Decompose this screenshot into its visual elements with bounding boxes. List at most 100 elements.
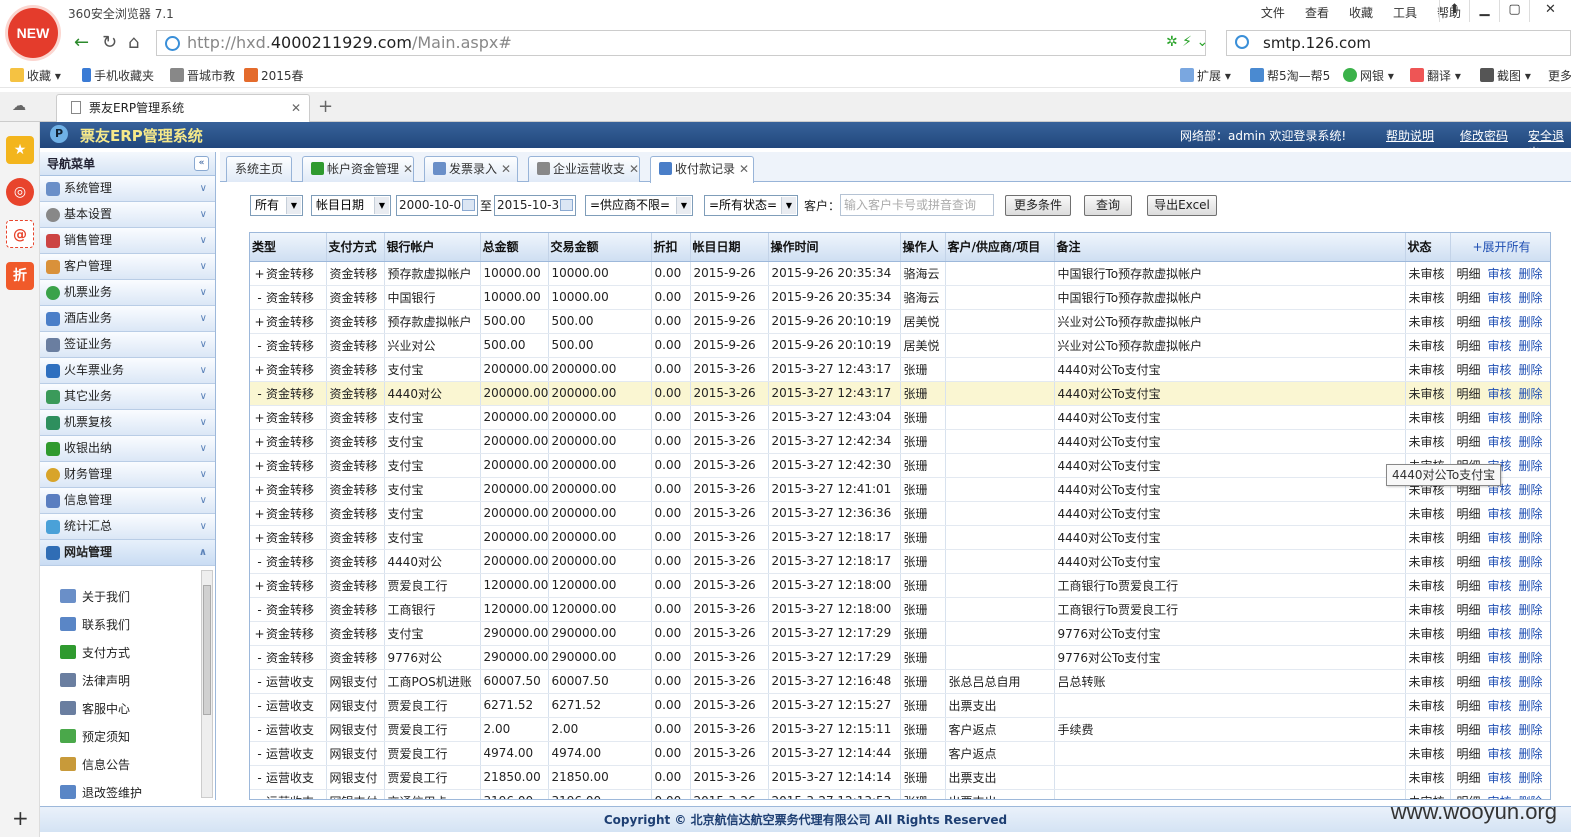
detail-link[interactable]: 明细 <box>1457 267 1481 281</box>
table-row[interactable]: +资金转移 资金转移 支付宝 200000.00 200000.00 0.00 2015-3… <box>250 453 1550 478</box>
nav-item-stats[interactable]: 统计汇总 ∨ <box>40 514 215 540</box>
audit-link[interactable]: 审核 <box>1488 267 1512 281</box>
detail-link[interactable]: 明细 <box>1457 531 1481 545</box>
sidebar-add-icon[interactable]: + <box>12 806 29 830</box>
date-from-input[interactable]: 2000-10-01 <box>396 195 478 216</box>
fav-jincheng[interactable]: 晋城市教 <box>170 67 235 84</box>
detail-link[interactable]: 明细 <box>1457 363 1481 377</box>
nav-item-system[interactable]: 系统管理 ∨ <box>40 176 215 202</box>
audit-link[interactable]: 审核 <box>1488 579 1512 593</box>
home-icon[interactable]: ⌂ <box>128 32 139 53</box>
detail-link[interactable]: 明细 <box>1457 603 1481 617</box>
close-tab-icon[interactable]: ✕ <box>291 95 301 121</box>
table-row[interactable]: - 资金转移 资金转移 兴业对公 500.00 500.00 0.00 2015-9-26 20… <box>250 333 1550 358</box>
table-row[interactable]: +资金转移 资金转移 支付宝 200000.00 200000.00 0.00 2015-3… <box>250 405 1550 430</box>
detail-link[interactable]: 明细 <box>1457 579 1481 593</box>
scrollbar-thumb[interactable] <box>203 585 211 715</box>
audit-link[interactable]: 审核 <box>1488 411 1512 425</box>
detail-link[interactable]: 明细 <box>1457 699 1481 713</box>
nav-item-flights[interactable]: 机票业务 ∨ <box>40 280 215 306</box>
col-payment-method[interactable]: 支付方式 <box>326 233 385 262</box>
menu-tools[interactable]: 工具 <box>1393 4 1417 21</box>
detail-link[interactable]: 明细 <box>1457 339 1481 353</box>
delete-link[interactable]: 删除 <box>1519 315 1543 329</box>
table-row[interactable]: +资金转移 资金转移 支付宝 290000.00 290000.00 0.00 2015-3… <box>250 621 1550 646</box>
col-amount[interactable]: 交易金额 <box>548 233 652 262</box>
menu-file[interactable]: 文件 <box>1261 4 1285 21</box>
date-to-input[interactable]: 2015-10-3 <box>494 195 576 216</box>
audit-link[interactable]: 审核 <box>1488 675 1512 689</box>
tab-invoice-entry[interactable]: 发票录入 ✕ <box>424 156 518 182</box>
favorites-star-icon[interactable]: ★ <box>6 136 34 164</box>
menu-favorites[interactable]: 收藏 <box>1349 4 1373 21</box>
table-row[interactable]: - 资金转移 资金转移 工商银行 120000.00 120000.00 0.00 2015-… <box>250 597 1550 622</box>
fav-collect[interactable]: 收藏 ▾ <box>10 67 61 84</box>
calendar-icon[interactable] <box>462 199 475 211</box>
mail-icon[interactable]: @ <box>6 220 34 248</box>
browser-tab[interactable]: 票友ERP管理系统 ✕ <box>56 94 310 122</box>
col-discount[interactable]: 折扣 <box>651 233 691 262</box>
detail-link[interactable]: 明细 <box>1457 411 1481 425</box>
delete-link[interactable]: 删除 <box>1519 723 1543 737</box>
delete-link[interactable]: 删除 <box>1519 555 1543 569</box>
type-select[interactable]: 所有 ▼ <box>250 195 303 216</box>
tab-home[interactable]: 系统主页 <box>226 156 292 182</box>
nav-item-finance[interactable]: 财务管理 ∨ <box>40 462 215 488</box>
audit-link[interactable]: 审核 <box>1488 555 1512 569</box>
col-type[interactable]: 类型 <box>250 233 327 262</box>
delete-link[interactable]: 删除 <box>1519 603 1543 617</box>
col-op-time[interactable]: 操作时间 <box>768 233 901 262</box>
fav-spring[interactable]: 2015春 <box>244 67 304 84</box>
table-row[interactable]: -运营收支网银支付交通信用卡3196.003196.000.002015-3-2… <box>250 789 1550 799</box>
table-row[interactable]: +资金转移 资金转移 贾爱良工行 120000.00 120000.00 0.00 2015… <box>250 573 1550 598</box>
delete-link[interactable]: 删除 <box>1519 363 1543 377</box>
audit-link[interactable]: 审核 <box>1488 435 1512 449</box>
audit-link[interactable]: 审核 <box>1488 507 1512 521</box>
table-row[interactable]: - 资金转移 资金转移 9776对公 290000.00 290000.00 0.00 201… <box>250 645 1550 670</box>
close-button[interactable]: ✕ <box>1529 0 1571 22</box>
customer-input[interactable]: 输入客户卡号或拼音查询 <box>840 194 994 216</box>
subitem-payment[interactable]: 支付方式 <box>60 644 130 661</box>
table-row[interactable]: - 运营收支 网银支付 工商POS机进账 60007.50 60007.50 0.00 201… <box>250 669 1550 694</box>
table-row[interactable]: - 资金转移 资金转移 4440对公 200000.00 200000.00 0.00 201… <box>250 549 1550 574</box>
table-row[interactable]: - 运营收支 网银支付 贾爱良工行 4974.00 4974.00 0.00 2015-3-2… <box>250 741 1550 766</box>
detail-link[interactable]: 明细 <box>1457 291 1481 305</box>
col-total[interactable]: 总金额 <box>480 233 549 262</box>
maximize-button[interactable]: ▢ <box>1499 0 1529 22</box>
nav-item-info[interactable]: 信息管理 ∨ <box>40 488 215 514</box>
nav-item-train[interactable]: 火车票业务 ∨ <box>40 358 215 384</box>
audit-link[interactable]: 审核 <box>1488 339 1512 353</box>
table-row[interactable]: - 资金转移 资金转移 中国银行 10000.00 10000.00 0.00 2015-9-… <box>250 285 1550 310</box>
detail-link[interactable]: 明细 <box>1457 315 1481 329</box>
discount-icon[interactable]: 折 <box>6 262 34 290</box>
tool-bang5[interactable]: 帮5淘—帮5 <box>1250 67 1330 84</box>
delete-link[interactable]: 删除 <box>1519 531 1543 545</box>
delete-link[interactable]: 删除 <box>1519 339 1543 353</box>
back-icon[interactable]: ← <box>74 32 89 53</box>
tool-screenshot[interactable]: 截图 ▾ <box>1480 67 1531 84</box>
skin-icon[interactable]: ⬆ <box>1439 0 1469 22</box>
col-status[interactable]: 状态 <box>1405 233 1451 262</box>
delete-link[interactable]: 删除 <box>1519 651 1543 665</box>
delete-link[interactable]: 删除 <box>1519 747 1543 761</box>
delete-link[interactable]: 删除 <box>1519 771 1543 785</box>
query-button[interactable]: 查询 <box>1084 195 1132 216</box>
close-tab-icon[interactable]: ✕ <box>629 162 639 176</box>
nav-item-settings[interactable]: 基本设置 ∨ <box>40 202 215 228</box>
delete-link[interactable]: 删除 <box>1519 579 1543 593</box>
table-row[interactable]: +资金转移 资金转移 支付宝 200000.00 200000.00 0.00 2015-3… <box>250 477 1550 502</box>
audit-link[interactable]: 审核 <box>1488 291 1512 305</box>
table-row[interactable]: - 运营收支 网银支付 贾爱良工行 21850.00 21850.00 0.00 2015-3… <box>250 765 1550 790</box>
subitem-announcements[interactable]: 信息公告 <box>60 756 130 773</box>
export-excel-button[interactable]: 导出Excel <box>1147 195 1217 216</box>
tab-account-funds[interactable]: 帐户资金管理 ✕ <box>302 156 414 182</box>
status-select[interactable]: =所有状态= ▼ <box>704 195 798 216</box>
detail-link[interactable]: 明细 <box>1457 747 1481 761</box>
url-input[interactable]: http://hxd.4000211929.com/Main.aspx# <box>156 30 1206 56</box>
nav-item-other[interactable]: 其它业务 ∨ <box>40 384 215 410</box>
audit-link[interactable]: 审核 <box>1488 699 1512 713</box>
col-remark[interactable]: 备注 <box>1054 233 1406 262</box>
delete-link[interactable]: 删除 <box>1519 267 1543 281</box>
nav-item-sales[interactable]: 销售管理 ∨ <box>40 228 215 254</box>
close-tab-icon[interactable]: ✕ <box>501 162 511 176</box>
